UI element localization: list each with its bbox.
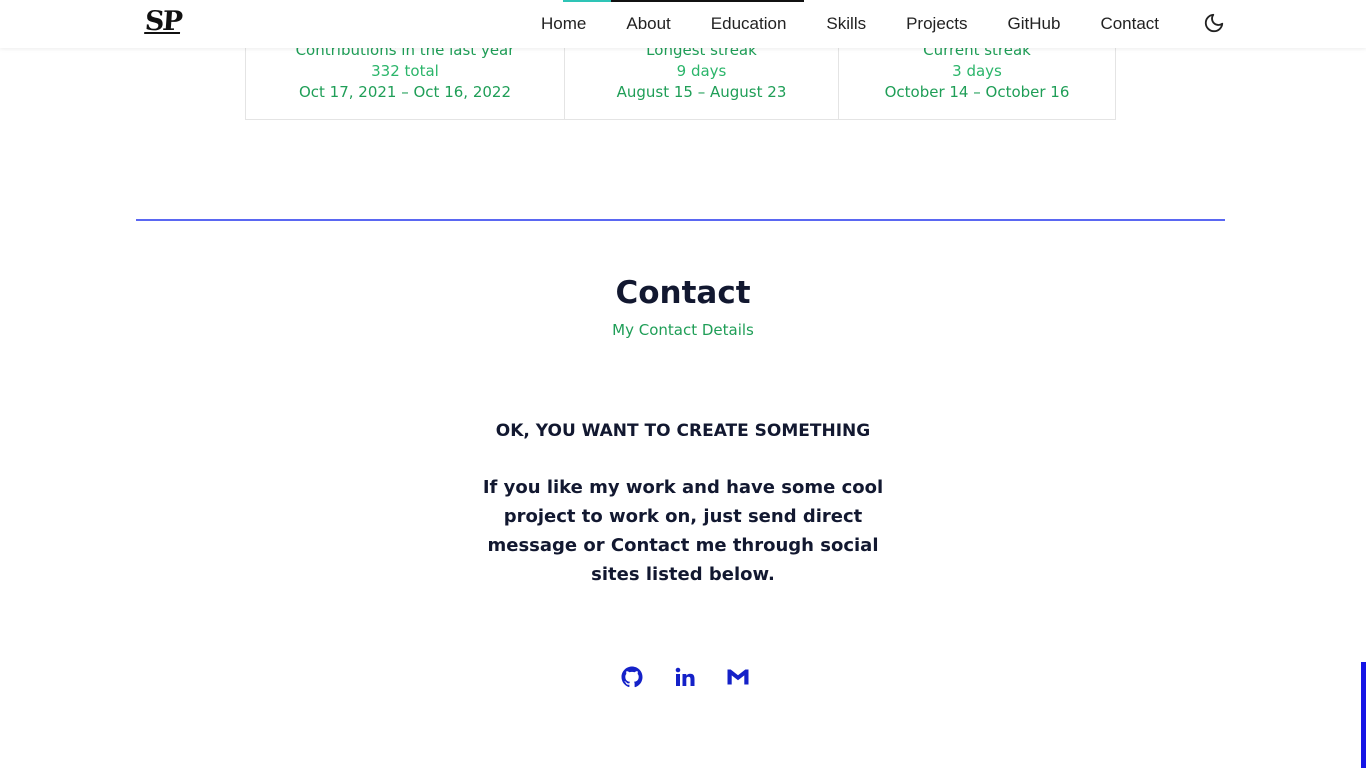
nav-about[interactable]: About <box>626 14 670 34</box>
social-links <box>620 665 750 689</box>
scroll-progress-accent <box>563 0 611 2</box>
streak-longest-value: 9 days <box>676 62 727 80</box>
contact-heading: OK, YOU WANT TO CREATE SOMETHING <box>495 421 871 441</box>
site-logo[interactable]: SP <box>144 6 182 37</box>
streak-contributions-value: 332 total <box>371 62 439 80</box>
gmail-link[interactable] <box>726 665 750 689</box>
moon-icon <box>1204 13 1224 33</box>
contact-subtitle: My Contact Details <box>612 321 754 339</box>
nav-contact[interactable]: Contact <box>1100 14 1159 34</box>
streak-longest-range: August 15 – August 23 <box>616 83 787 101</box>
nav-github[interactable]: GitHub <box>1008 14 1061 34</box>
scroll-edge-indicator <box>1361 662 1366 768</box>
github-icon <box>621 666 643 688</box>
nav-skills[interactable]: Skills <box>826 14 866 34</box>
gmail-icon <box>727 669 749 685</box>
contact-description: If you like my work and have some cool p… <box>482 477 884 585</box>
nav-projects[interactable]: Projects <box>906 14 967 34</box>
theme-toggle-button[interactable] <box>1203 12 1225 34</box>
nav-education[interactable]: Education <box>711 14 787 34</box>
streak-current-value: 3 days <box>952 62 1002 80</box>
contact-title: Contact <box>615 275 751 311</box>
page: Contributions in the last year 332 total… <box>0 0 1366 768</box>
site-header: SP Home About Education Skills Projects … <box>0 0 1366 48</box>
linkedin-icon <box>675 667 695 686</box>
streak-current-range: October 14 – October 16 <box>884 83 1070 101</box>
scroll-progress-bar <box>611 0 804 2</box>
section-divider <box>136 219 1225 221</box>
nav-home[interactable]: Home <box>541 14 586 34</box>
main-nav: Home About Education Skills Projects Git… <box>541 0 1159 48</box>
github-link[interactable] <box>620 665 644 689</box>
streak-contributions-range: Oct 17, 2021 – Oct 16, 2022 <box>298 83 512 101</box>
linkedin-link[interactable] <box>673 665 697 689</box>
